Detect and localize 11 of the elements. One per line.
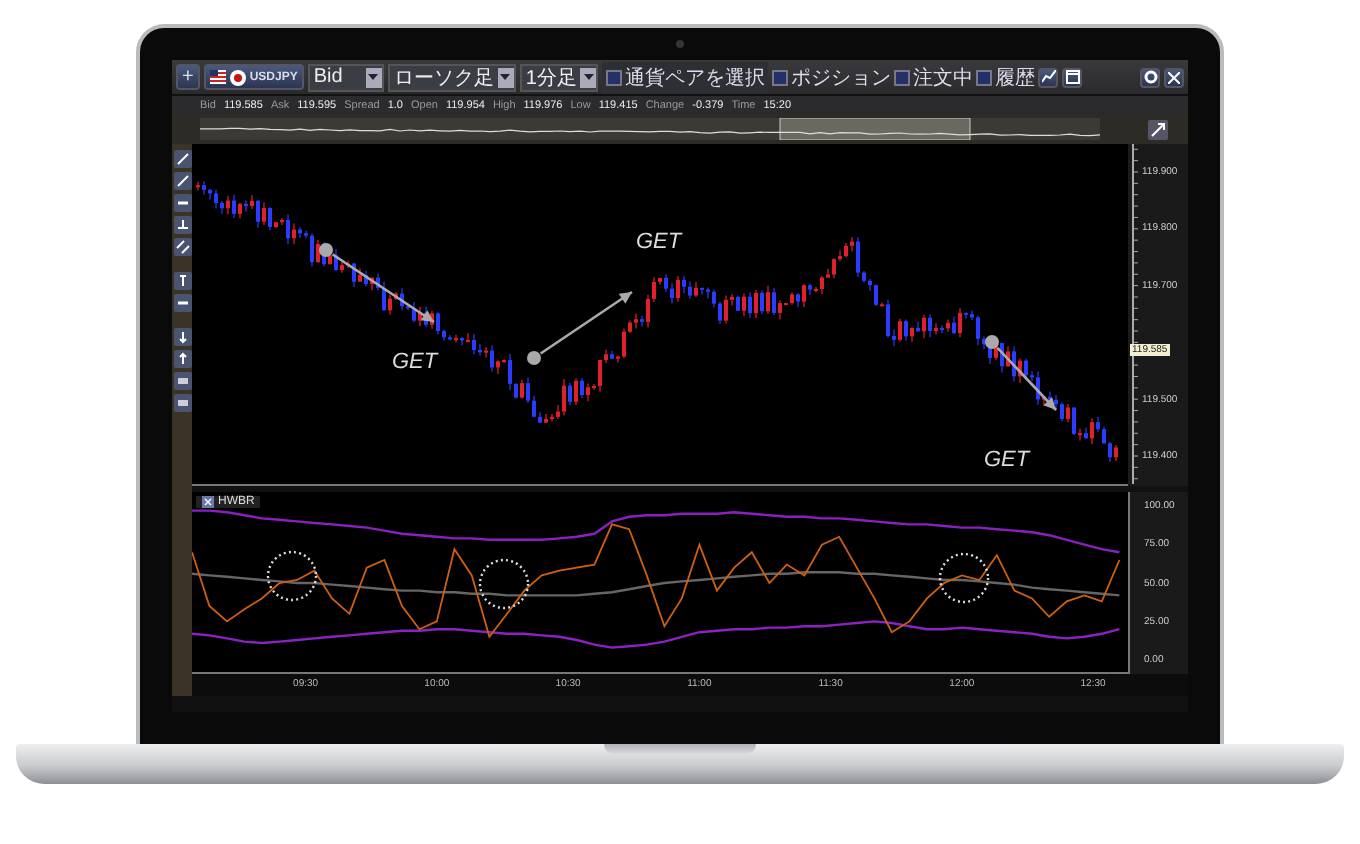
dropdown-select[interactable]: ローソク足 <box>387 63 516 91</box>
add-chart-button[interactable]: + <box>176 64 200 90</box>
checkbox[interactable]: 注文中 <box>894 63 973 91</box>
annotation-label: GET <box>392 350 438 374</box>
annotation-label: GET <box>984 448 1030 472</box>
dropdown-select[interactable]: Bid <box>307 63 384 91</box>
checkbox[interactable]: 履歴 <box>976 63 1035 91</box>
checkbox[interactable]: 通貨ペアを選択 <box>606 63 765 91</box>
checkbox[interactable]: ポジション <box>772 63 891 91</box>
annotation-label: GET <box>636 230 682 254</box>
dropdown-select[interactable]: 1分足 <box>519 63 599 91</box>
